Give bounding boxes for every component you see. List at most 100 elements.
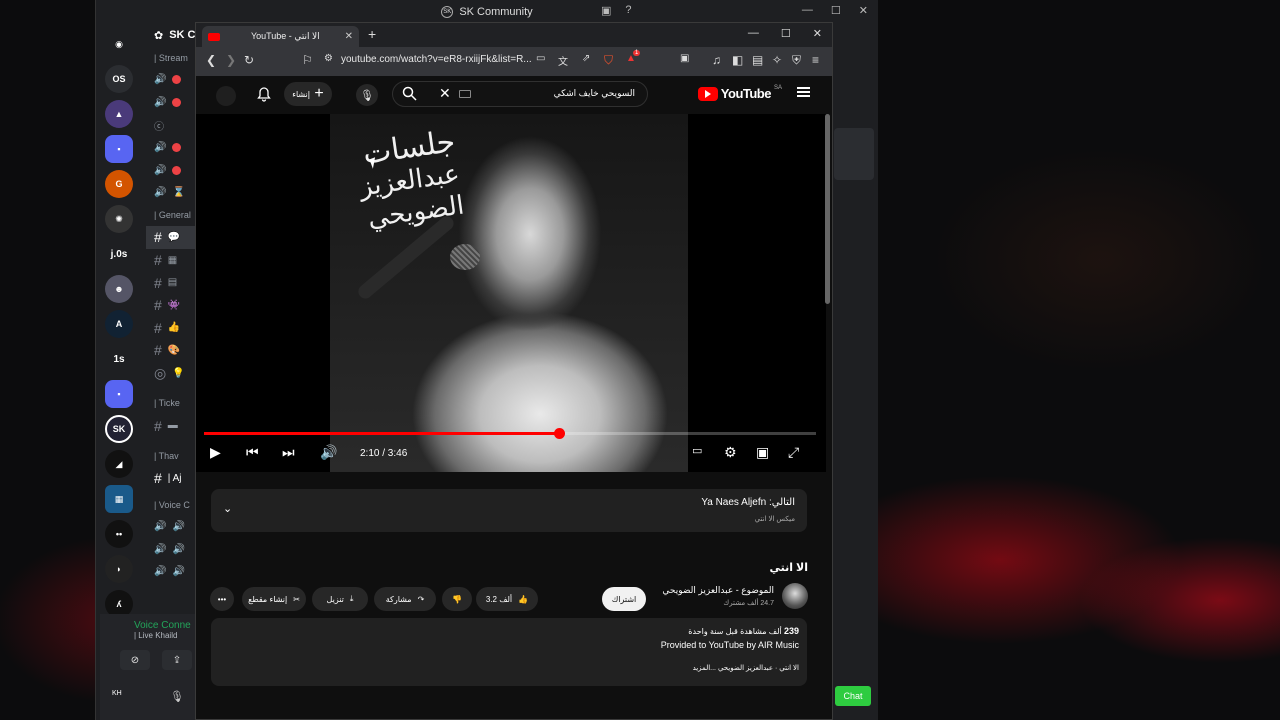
guild-sk-active[interactable]: SK: [105, 415, 133, 443]
discord-title: SK Community: [459, 6, 533, 18]
forward-icon[interactable]: ❯: [226, 53, 236, 67]
chat-button[interactable]: Chat: [835, 686, 871, 706]
maximize-button[interactable]: ☐: [831, 4, 841, 17]
guild-icon[interactable]: ◢: [105, 450, 133, 478]
guild-icon[interactable]: ✺: [105, 205, 133, 233]
sidebar-icon[interactable]: ◧: [732, 53, 743, 67]
volume-icon[interactable]: 🔊: [320, 444, 337, 461]
music-icon[interactable]: ♫: [712, 53, 721, 67]
share-button[interactable]: مشاركة ↷: [374, 587, 436, 611]
new-tab-button[interactable]: +: [368, 26, 376, 42]
url-input[interactable]: youtube.com/watch?v=eR8-rxiijFk&list=R..…: [341, 54, 531, 65]
search-input[interactable]: السويحي خايف اشكي: [554, 88, 635, 99]
clear-search-icon[interactable]: ✕: [439, 85, 451, 102]
translate-icon[interactable]: 文: [558, 53, 568, 68]
guild-1s[interactable]: 1s: [105, 345, 133, 373]
page-scrollbar[interactable]: [825, 114, 830, 304]
close-tab-icon[interactable]: ✕: [345, 31, 353, 42]
search-icon[interactable]: [402, 86, 417, 106]
guild-icon[interactable]: G: [105, 170, 133, 198]
youtube-wordmark: YouTube: [720, 86, 772, 101]
settings-gear-icon[interactable]: ⚙: [724, 444, 737, 461]
miniplayer-icon[interactable]: ▣: [756, 444, 769, 461]
mic-icon[interactable]: 🎙: [170, 690, 184, 703]
channel-avatar[interactable]: [782, 583, 808, 609]
guild-os[interactable]: OS: [105, 65, 133, 93]
speaker-icon: 🔊: [154, 566, 167, 578]
hamburger-menu-icon[interactable]: [797, 87, 810, 97]
clip-label: إنشاء مقطع: [248, 594, 288, 604]
vpn-icon[interactable]: ⛨: [792, 53, 801, 68]
guild-icon[interactable]: ◗: [105, 555, 133, 583]
voice-connected-panel: Voice Conne | Live Khaild ⊘ ⇪ KH 🎙: [100, 614, 206, 720]
more-actions-icon[interactable]: •••: [210, 587, 234, 611]
minimize-button[interactable]: —: [802, 4, 813, 17]
create-button[interactable]: إنشاء +: [284, 82, 332, 106]
description-box[interactable]: 239 ألف مشاهدة قبل سنة واحدة Provided to…: [211, 618, 807, 686]
menu-icon[interactable]: ≡: [812, 53, 819, 67]
maximize-button[interactable]: ☐: [781, 27, 791, 40]
inbox-icon[interactable]: ▣: [601, 4, 611, 17]
guild-icon[interactable]: ▦: [105, 485, 133, 513]
cast-icon[interactable]: ▭: [536, 53, 545, 64]
channel-row: الموضوع - عبدالعزيز الضويحي 24.7 ألف مشت…: [196, 581, 832, 615]
voice-channel-name[interactable]: | Live Khaild: [100, 631, 206, 640]
guild-icon[interactable]: ••: [105, 520, 133, 548]
site-info-icon[interactable]: ⚙: [324, 53, 333, 64]
notifications-bell-icon[interactable]: [256, 86, 272, 107]
close-button[interactable]: ✕: [813, 27, 822, 40]
live-dot-icon: [172, 143, 182, 153]
screenshot-icon[interactable]: ▣: [680, 53, 689, 64]
wallet-icon[interactable]: ▤: [752, 53, 763, 67]
like-button[interactable]: 3.2 ألف 👍: [476, 587, 538, 611]
next-up-card[interactable]: التالي: Ya Naes Aljefn ميكس الا انتي ⌄: [211, 489, 807, 532]
speaker-icon: 🔊: [154, 521, 167, 533]
brave-shield-icon[interactable]: ⛉: [604, 53, 613, 68]
leo-ai-icon[interactable]: ✧: [772, 53, 782, 67]
guild-icon[interactable]: A: [105, 310, 133, 338]
discord-home-icon[interactable]: ◉: [105, 30, 133, 58]
help-icon[interactable]: ?: [625, 4, 631, 17]
youtube-logo[interactable]: YouTube SA: [697, 85, 782, 101]
download-button[interactable]: تنزيل ⤓: [312, 587, 368, 611]
video-off-icon[interactable]: ⊘: [120, 650, 150, 670]
next-icon[interactable]: ⏭: [282, 444, 295, 461]
chevron-down-icon[interactable]: ⌄: [223, 502, 232, 515]
folder-icon[interactable]: ▪: [105, 380, 133, 408]
channel-name[interactable]: الموضوع - عبدالعزيز الضويحي: [662, 585, 774, 596]
folder-icon[interactable]: ▪: [105, 135, 133, 163]
close-button[interactable]: ✕: [859, 4, 868, 17]
fullscreen-icon[interactable]: ⤢: [788, 444, 799, 461]
subscribe-button[interactable]: اشتراك: [602, 587, 646, 611]
video-player[interactable]: جلسات عبدالعزيز الضويحي ▶ ⏮ ⏭ 🔊 2:10 / 3…: [196, 114, 826, 472]
guild-icon[interactable]: ▲: [105, 100, 133, 128]
hash-icon: ◎: [154, 364, 167, 381]
address-bar-row: ❮ ❯ ↻ ⚐ ⚙ youtube.com/watch?v=eR8-rxiijF…: [196, 47, 832, 76]
voice-search-mic-icon[interactable]: 🎙: [356, 84, 378, 106]
dislike-button[interactable]: 👎: [442, 587, 472, 611]
keyboard-icon[interactable]: [459, 90, 471, 98]
scissors-icon: ✂: [293, 594, 300, 604]
account-avatar[interactable]: [216, 86, 236, 106]
progress-scrubber[interactable]: [553, 428, 565, 439]
reload-icon[interactable]: ↻: [244, 53, 254, 67]
previous-icon[interactable]: ⏮: [246, 444, 259, 461]
clip-button[interactable]: إنشاء مقطع ✂: [242, 587, 306, 611]
voice-connected-label: Voice Conne: [134, 620, 191, 631]
screen-share-icon[interactable]: ⇪: [162, 650, 192, 670]
description-line-2: الا انتي · عبدالعزيز الضويحي ...المزيد: [692, 665, 799, 672]
live-dot-icon: [172, 97, 182, 107]
back-icon[interactable]: ❮: [206, 53, 216, 67]
play-icon[interactable]: ▶: [210, 444, 221, 461]
guild-icon[interactable]: ☻: [105, 275, 133, 303]
progress-bar[interactable]: [204, 428, 816, 439]
captions-icon[interactable]: ▭: [692, 444, 702, 457]
right-panel-menu[interactable]: [834, 128, 874, 180]
user-name[interactable]: KH: [112, 690, 122, 697]
guild-jos[interactable]: j.0s: [105, 240, 133, 268]
bookmark-icon[interactable]: ⚐: [302, 53, 313, 67]
minimize-button[interactable]: —: [748, 27, 759, 40]
search-bar[interactable]: ✕ السويحي خايف اشكي: [392, 81, 648, 107]
tab-youtube[interactable]: YouTube - الا انتي ✕: [202, 26, 359, 47]
share-icon[interactable]: ⇗: [582, 53, 590, 64]
